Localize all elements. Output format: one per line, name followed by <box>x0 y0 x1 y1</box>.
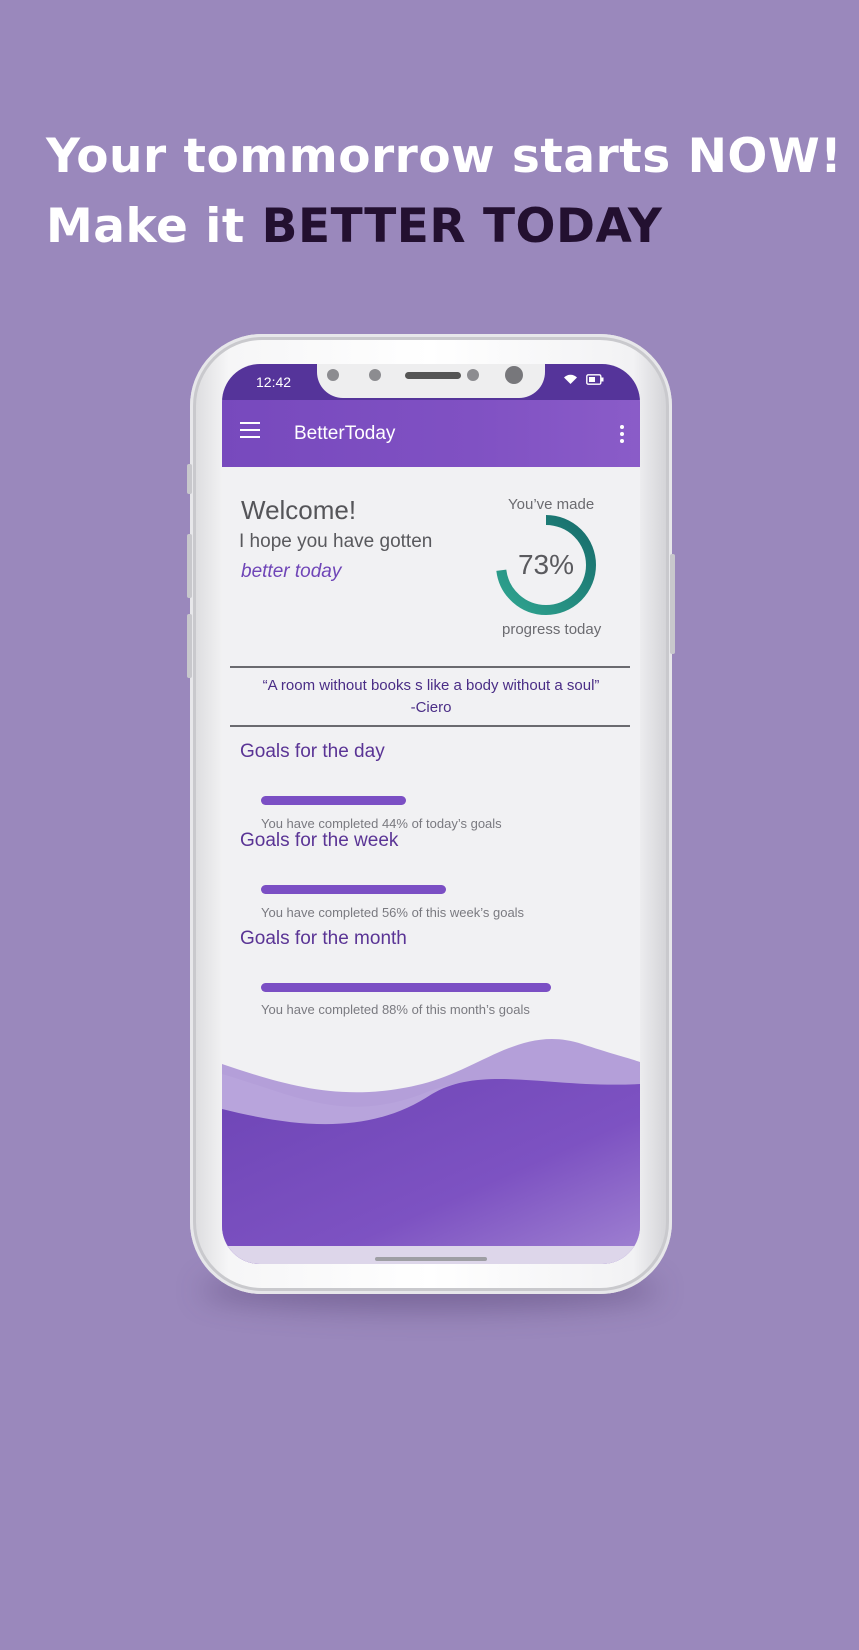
goal-title: Goals for the day <box>240 741 385 762</box>
divider <box>230 725 630 727</box>
goal-title: Goals for the month <box>240 928 407 949</box>
phone-side-button <box>187 464 192 494</box>
speaker-grille <box>405 372 461 379</box>
sensor-icon <box>369 369 381 381</box>
welcome-text: I hope you have gotten <box>239 531 433 552</box>
goal-progress-bar <box>261 885 446 894</box>
quote: “A room without books s like a body with… <box>222 675 640 719</box>
quote-text: “A room without books s like a body with… <box>262 677 600 694</box>
status-icons <box>563 373 604 385</box>
battery-icon <box>586 373 604 385</box>
front-camera-icon <box>505 366 523 384</box>
phone-side-button <box>670 554 675 654</box>
headline-line-1: Your tommorrow starts NOW! <box>46 129 843 184</box>
goal-status-text: You have completed 56% of this week’s go… <box>261 905 525 920</box>
headline-prefix: Make it <box>46 199 262 254</box>
app-bar: BetterToday <box>222 400 640 467</box>
phone-frame: 12:42 BetterToday Welcome! I hope you ha… <box>187 334 675 1294</box>
status-time: 12:42 <box>256 374 292 390</box>
home-indicator[interactable] <box>375 1257 487 1261</box>
more-vert-icon[interactable] <box>620 425 624 446</box>
phone-side-button <box>187 534 192 598</box>
goal-progress-bar <box>261 796 406 805</box>
welcome-emphasis: better today <box>241 561 342 582</box>
goal-status-text: You have completed 44% of today’s goals <box>261 816 502 831</box>
quote-author: -Ciero <box>410 699 452 716</box>
wave-decoration <box>222 1038 640 1264</box>
wifi-icon <box>564 374 577 384</box>
phone-screen: 12:42 BetterToday Welcome! I hope you ha… <box>222 364 640 1264</box>
phone-side-button <box>187 614 192 678</box>
headline-line-2: Make it BETTER TODAY <box>46 192 842 262</box>
welcome-heading: Welcome! <box>241 495 357 525</box>
app-title: BetterToday <box>294 423 396 444</box>
hamburger-menu-icon[interactable] <box>240 422 260 438</box>
sensor-icon <box>327 369 339 381</box>
progress-value: 73% <box>517 549 575 580</box>
headline-emphasis: BETTER TODAY <box>261 199 663 254</box>
progress-label-bottom: progress today <box>502 621 602 638</box>
headline: Your tommorrow starts NOW! Make it BETTE… <box>46 122 842 262</box>
divider <box>230 666 630 668</box>
camera-notch <box>317 364 545 398</box>
sensor-icon <box>467 369 479 381</box>
goal-title: Goals for the week <box>240 830 399 851</box>
